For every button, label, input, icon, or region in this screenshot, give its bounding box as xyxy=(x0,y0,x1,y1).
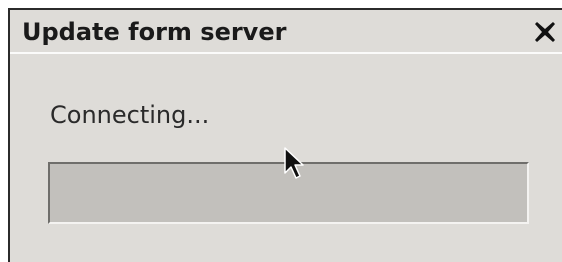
title-bar[interactable]: Update form server xyxy=(10,10,562,54)
progress-bar xyxy=(48,162,529,224)
close-icon[interactable] xyxy=(532,19,558,45)
window-title: Update form server xyxy=(22,18,287,46)
dialog-content: Connecting... xyxy=(10,54,562,262)
status-message: Connecting... xyxy=(50,101,210,129)
update-dialog: Update form server Connecting... xyxy=(8,8,562,262)
